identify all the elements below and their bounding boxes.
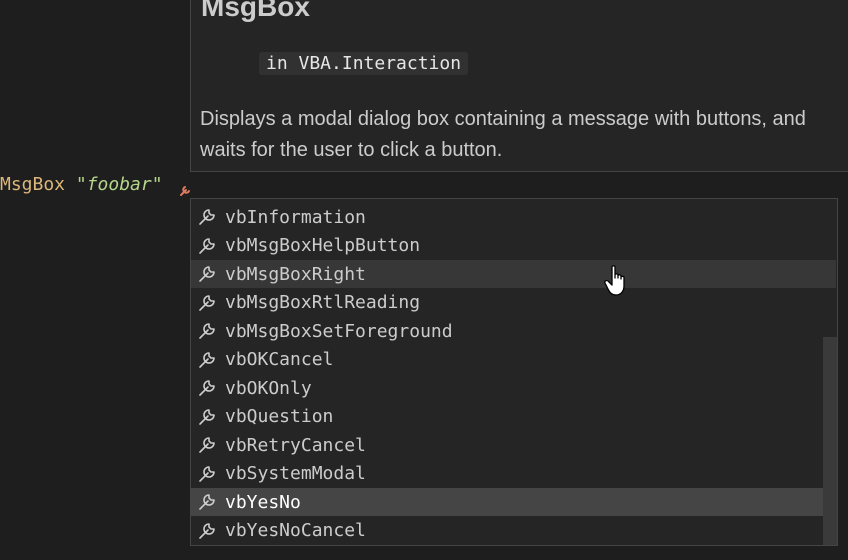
suggestion-label: vbOKCancel: [225, 349, 334, 370]
suggestion-label: vbRetryCancel: [225, 434, 366, 456]
suggestion-item[interactable]: vbQuestion: [191, 403, 837, 431]
wrench-icon: [195, 206, 219, 228]
suggestion-item[interactable]: vbMsgBoxRtlReading: [191, 289, 837, 317]
suggestion-item[interactable]: vbMsgBoxRight: [191, 260, 836, 288]
suggestion-list[interactable]: vbInformation vbMsgBoxHelpButton vbMsgBoxR…: [190, 198, 838, 546]
suggestion-label: vbOKOnly: [225, 377, 312, 399]
hover-tooltip: MsgBox in VBA.Interaction Displays a mod…: [190, 0, 848, 172]
wrench-icon: [195, 349, 219, 371]
wrench-icon: [195, 520, 219, 542]
suggestion-label: vbYesNoCancel: [225, 520, 366, 541]
hand-cursor-icon: [604, 265, 625, 296]
suggestion-item[interactable]: vbInformation: [191, 203, 837, 231]
wrench-icon: [195, 292, 219, 314]
wrench-icon: [195, 377, 219, 399]
suggestion-label: vbQuestion: [225, 406, 334, 427]
scrollbar[interactable]: [823, 337, 837, 545]
suggestion-item[interactable]: vbOKOnly: [191, 374, 837, 402]
suggestion-item[interactable]: vbRetryCancel: [191, 431, 837, 459]
wrench-icon: [195, 263, 219, 285]
suggestion-item[interactable]: vbSystemModal: [191, 460, 837, 488]
suggestion-item[interactable]: vbYesNo: [191, 488, 836, 516]
hover-title: MsgBox: [201, 0, 310, 22]
suggestion-label: vbMsgBoxSetForeground: [225, 320, 453, 342]
wrench-icon: [195, 491, 219, 513]
wrench-icon: [195, 320, 219, 342]
wrench-icon: [195, 434, 219, 456]
suggestion-item[interactable]: vbOKCancel: [191, 346, 837, 374]
suggestion-label: vbSystemModal: [225, 463, 366, 484]
hover-description: Displays a modal dialog box containing a…: [200, 108, 806, 161]
suggestion-label: vbYesNo: [225, 491, 301, 513]
code-line[interactable]: MsgBox "foobar": [0, 174, 163, 195]
wrench-icon: [195, 406, 219, 428]
wrench-icon: [195, 463, 219, 485]
code-keyword: MsgBox: [0, 174, 66, 195]
parameter-hint-icon: [180, 186, 190, 196]
wrench-icon: [195, 235, 219, 257]
suggestion-label: vbMsgBoxHelpButton: [225, 235, 421, 256]
suggestion-label: vbMsgBoxRtlReading: [225, 292, 421, 313]
code-string: "foobar": [75, 174, 163, 195]
suggestion-label: vbMsgBoxRight: [225, 263, 366, 285]
hover-namespace: in VBA.Interaction: [259, 52, 469, 75]
suggestion-label: vbInformation: [225, 206, 366, 228]
suggestion-item[interactable]: vbMsgBoxSetForeground: [191, 317, 837, 345]
suggestion-item[interactable]: vbMsgBoxHelpButton: [191, 232, 837, 260]
suggestion-item[interactable]: vbYesNoCancel: [191, 517, 837, 545]
